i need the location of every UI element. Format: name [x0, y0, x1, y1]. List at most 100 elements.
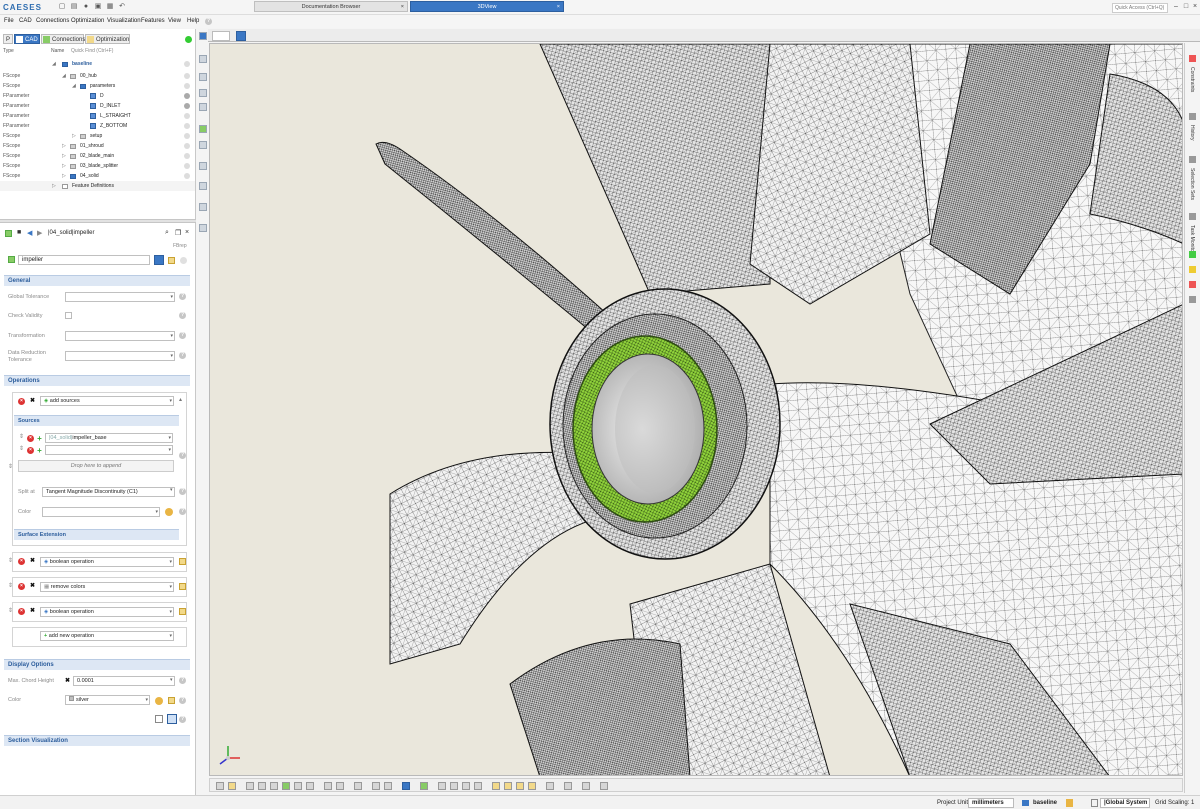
menu-help[interactable]: Help — [187, 17, 199, 26]
section-sources[interactable]: Sources — [14, 415, 179, 426]
source-field-empty[interactable]: ▾ — [45, 445, 173, 455]
add-sources-select[interactable]: ◈ add sources ▾ — [40, 396, 174, 406]
tab-selection-sets[interactable]: Selection Sets — [1189, 168, 1195, 200]
menu-view[interactable]: View — [168, 17, 181, 26]
object-name-field[interactable]: impeller — [18, 255, 150, 265]
tree-quick-find[interactable]: Quick Find (Ctrl+F) — [71, 48, 113, 54]
dot-tool-icon[interactable] — [199, 73, 207, 81]
tab-constraints[interactable]: Constraints — [1189, 67, 1195, 92]
help-icon[interactable]: ? — [179, 697, 186, 704]
tree-row[interactable]: FScope ◢ parameters — [0, 81, 195, 91]
minimize-icon[interactable]: – — [1172, 3, 1180, 11]
feature-tool-icon[interactable] — [199, 224, 207, 232]
help-icon[interactable]: ? — [179, 312, 186, 319]
edit-icon[interactable] — [168, 257, 175, 264]
delete-icon[interactable]: × — [18, 398, 25, 405]
help-icon[interactable]: ? — [179, 352, 186, 359]
delete-icon[interactable]: × — [18, 583, 25, 590]
cad-tool-icon[interactable] — [199, 32, 207, 40]
line-tool-icon[interactable] — [199, 182, 207, 190]
section-surface-extension[interactable]: Surface Extension — [14, 529, 179, 540]
forward-icon[interactable]: ▶ — [37, 229, 42, 237]
tree-row[interactable]: FParameter Z_BOTTOM — [0, 121, 195, 131]
palette-icon[interactable] — [155, 697, 163, 705]
layout-select[interactable] — [212, 31, 230, 41]
add-icon[interactable]: + — [36, 447, 43, 455]
edit-icon[interactable] — [168, 697, 175, 704]
help-icon[interactable]: ? — [205, 18, 212, 25]
point-tool-icon[interactable] — [199, 55, 207, 63]
camera-icon[interactable] — [154, 255, 164, 265]
menu-features[interactable]: Features — [141, 17, 165, 26]
clip-icon[interactable] — [324, 782, 332, 790]
page-icon[interactable] — [155, 715, 163, 723]
wire-icon[interactable] — [294, 782, 302, 790]
view-bottom-icon[interactable] — [504, 782, 512, 790]
help-icon[interactable]: ? — [179, 716, 186, 723]
project-units-select[interactable]: millimeters — [968, 798, 1014, 808]
quick-access-input[interactable]: Quick Access (Ctrl+Q) — [1112, 3, 1168, 13]
lock-icon[interactable] — [420, 782, 428, 790]
undo-icon[interactable]: ↶ — [118, 3, 126, 11]
global-tolerance-field[interactable]: ▾ — [65, 292, 175, 302]
point-icon[interactable] — [246, 782, 254, 790]
display-color-select[interactable]: silver ▾ — [65, 695, 150, 705]
back-icon[interactable]: ◀ — [27, 229, 32, 237]
check-validity-checkbox[interactable] — [65, 312, 72, 319]
edge-icon[interactable] — [306, 782, 314, 790]
transformation-field[interactable]: ▾ — [65, 331, 175, 341]
help-icon[interactable]: ? — [179, 677, 186, 684]
tab-3dview[interactable]: 3DView × — [410, 1, 564, 12]
palette-icon[interactable] — [165, 508, 173, 516]
tree-row[interactable]: FParameter L_STRAIGHT — [0, 111, 195, 121]
edit-icon[interactable] — [179, 583, 186, 590]
ruler-icon[interactable] — [384, 782, 392, 790]
tree-row[interactable]: FScope ▷ 01_shroud — [0, 141, 195, 151]
new-icon[interactable]: ▢ — [58, 3, 66, 11]
tab-documentation-browser[interactable]: Documentation Browser × — [254, 1, 408, 12]
tab-task-monitor[interactable]: Task Monitor — [1189, 225, 1195, 253]
erase-tool-icon[interactable] — [199, 103, 207, 111]
tab-cad[interactable]: CAD — [14, 34, 40, 44]
drag-handle-icon[interactable]: ⇕ — [8, 557, 13, 566]
view-iso-icon[interactable] — [528, 782, 536, 790]
help-icon[interactable]: ? — [179, 332, 186, 339]
layout-icon[interactable] — [582, 782, 590, 790]
coordinate-system-select[interactable]: |Global System — [1100, 798, 1150, 808]
close-icon[interactable]: × — [1191, 3, 1199, 11]
menu-cad[interactable]: CAD — [19, 17, 32, 26]
tree-row[interactable]: FScope ▷ setup — [0, 131, 195, 141]
disable-icon[interactable]: ✖ — [64, 678, 71, 685]
edit-icon[interactable] — [179, 558, 186, 565]
view-reset-icon[interactable] — [216, 782, 224, 790]
help-icon[interactable]: ? — [179, 452, 186, 459]
section-general[interactable]: General — [4, 275, 190, 286]
help-icon[interactable]: ? — [179, 488, 186, 495]
disable-icon[interactable]: ✖ — [29, 558, 36, 565]
chord-height-field[interactable]: 0.0001 — [73, 676, 175, 686]
close-editor-icon[interactable]: × — [185, 229, 189, 236]
section-display-options[interactable]: Display Options — [4, 659, 190, 670]
color-field[interactable]: ▾ — [42, 507, 160, 517]
surface-tool-icon[interactable] — [199, 125, 207, 133]
view-right-icon[interactable] — [516, 782, 524, 790]
add-new-operation-select[interactable]: + add new operation ▾ — [40, 631, 174, 641]
view-light-icon[interactable] — [228, 782, 236, 790]
copy-icon[interactable]: ❐ — [175, 229, 181, 237]
section-icon[interactable] — [336, 782, 344, 790]
record-icon[interactable]: ● — [82, 3, 90, 11]
perspective-icon[interactable] — [402, 782, 410, 790]
surface-icon[interactable] — [270, 782, 278, 790]
home-icon[interactable] — [236, 31, 246, 41]
shield-icon[interactable] — [372, 782, 380, 790]
shade-icon[interactable] — [282, 782, 290, 790]
tree-row[interactable]: FParameter D — [0, 91, 195, 101]
view-front-icon[interactable] — [450, 782, 458, 790]
drag-handle-icon[interactable]: ⇕ — [8, 607, 13, 616]
drop-zone[interactable]: Drop here to append — [18, 460, 174, 472]
panel-splitter[interactable] — [0, 219, 196, 223]
tab-p[interactable]: P — [3, 34, 13, 44]
operation-select[interactable]: ▦ remove colors ▾ — [40, 582, 174, 592]
tree-row[interactable]: FScope ▷ 04_solid — [0, 171, 195, 181]
maximize-icon[interactable]: □ — [1182, 3, 1190, 11]
